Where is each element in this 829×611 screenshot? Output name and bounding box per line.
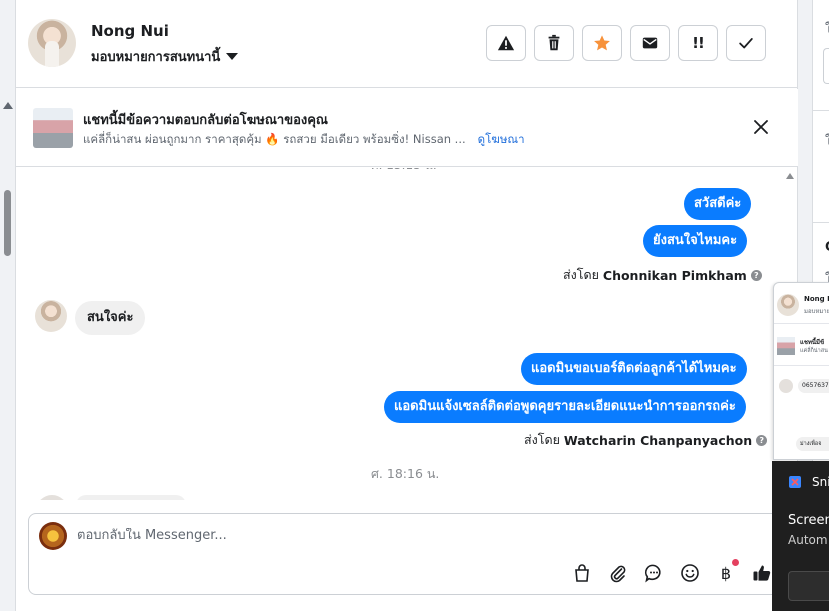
message-list[interactable]: ศ. 15:15 น. สวัสดีค่ะ ยังสนใจไหมคะ ส่งโด… (16, 168, 799, 500)
trash-icon (548, 34, 560, 51)
sent-by-prefix: ส่งโดย (524, 432, 560, 447)
assign-conversation-dropdown[interactable]: มอบหมายการสนทนานี้ (91, 46, 239, 67)
checkmark-icon (739, 38, 753, 49)
snipping-tool-heading: Screen (788, 513, 829, 528)
shopping-bag-icon (575, 564, 589, 582)
ad-banner-snippet: แค่ลี่ก็น่าสน ผ่อนถูกมาก ราคาสุดคุ้ม 🔥 ร… (83, 132, 466, 146)
chat-header: Nong Nui มอบหมายการสนทนานี้ !! (16, 0, 799, 88)
chat-bubble-icon (644, 564, 661, 583)
outgoing-message[interactable]: แอดมินขอเบอร์ติดต่อลูกค้าได้ไหมคะ (521, 353, 747, 385)
smiley-icon (681, 564, 699, 582)
emoji-button[interactable] (679, 562, 701, 584)
contact-avatar-small[interactable] (35, 300, 67, 332)
incoming-message[interactable]: สนใจค่ะ (75, 301, 146, 335)
mini-avatar (777, 294, 799, 316)
snipping-tool-notification[interactable]: Sni Screen Autom (772, 461, 829, 611)
mark-important-button[interactable]: !! (678, 25, 718, 61)
ad-banner-text: แค่ลี่ก็น่าสน ผ่อนถูกมาก ราคาสุดคุ้ม 🔥 ร… (83, 131, 525, 149)
contact-name[interactable]: Nong Nui (91, 22, 169, 40)
sent-by-label: ส่งโดย Chonnikan Pimkham ? (563, 265, 762, 285)
caret-down-icon (226, 53, 239, 60)
mark-done-button[interactable] (726, 25, 766, 61)
mini-incoming-message: 0657637 (798, 379, 829, 393)
right-panel-text: ใ (825, 134, 829, 149)
mark-unread-button[interactable] (630, 25, 670, 61)
paperclip-icon (610, 565, 626, 583)
info-icon[interactable]: ? (756, 434, 768, 446)
sender-name: Chonnikan Pimkham (602, 267, 747, 283)
report-spam-button[interactable] (486, 25, 526, 61)
envelope-icon (642, 37, 658, 49)
notification-dot (732, 559, 739, 566)
message-scroll-up-icon[interactable] (786, 173, 794, 179)
reply-input[interactable] (77, 528, 727, 543)
divider (774, 365, 829, 366)
page-avatar (39, 522, 67, 550)
divider (774, 323, 829, 324)
thumbs-up-button[interactable] (751, 562, 773, 584)
shop-button[interactable] (571, 562, 593, 584)
snipping-tool-title: Sni (812, 475, 829, 489)
outgoing-message[interactable]: ยังสนใจไหมคะ (643, 225, 748, 257)
composer-tools: ฿ (571, 559, 773, 584)
mini-contact-name: Nong N (804, 295, 829, 303)
assign-label: มอบหมายการสนทนานี้ (91, 50, 221, 65)
divider (812, 222, 829, 223)
warning-icon (497, 35, 515, 51)
thumbs-up-icon (753, 565, 771, 581)
snipping-tool-button[interactable] (788, 571, 829, 601)
mini-ad-text: แค่ลี่ก็น่าสน (800, 348, 828, 354)
mini-ad-title: แชทนี้มีข้ (800, 339, 825, 346)
ad-banner-title: แชทนี้มีข้อความตอบกลับต่อโฆษณาของคุณ (83, 113, 328, 128)
contact-avatar-small (36, 495, 68, 500)
sent-by-label: ส่งโดย Watcharin Chanpanyachon ? (524, 430, 768, 450)
scrollbar-thumb[interactable] (4, 190, 11, 256)
snipping-tool-icon (789, 476, 801, 488)
chat-panel: Nong Nui มอบหมายการสนทนานี้ !! แชทนี้มีข… (15, 0, 799, 611)
delete-button[interactable] (534, 25, 574, 61)
saved-replies-button[interactable] (643, 562, 665, 584)
double-exclamation-icon: !! (692, 34, 705, 52)
mini-ad-thumbnail (777, 337, 795, 355)
ad-thumbnail[interactable] (33, 108, 73, 148)
close-icon[interactable] (753, 119, 769, 135)
reply-composer: ฿ (28, 513, 798, 595)
payment-button[interactable]: ฿ (715, 559, 739, 584)
header-actions: !! (486, 25, 766, 61)
left-scroll-gutter (0, 0, 15, 611)
view-ad-link[interactable]: ดูโฆษณา (478, 132, 525, 146)
date-divider-top: ศ. 15:15 น. (371, 168, 437, 175)
star-icon (594, 35, 610, 51)
mini-incoming-message: ม่างเพื่อจ (796, 437, 829, 451)
contact-avatar[interactable] (28, 19, 76, 67)
ad-reply-banner: แชทนี้มีข้อความตอบกลับต่อโฆษณาของคุณ แค่… (16, 89, 799, 167)
divider (812, 110, 829, 111)
outgoing-message[interactable]: แอดมินแจ้งเซลล์ติดต่อพูดคุยรายละเอียดแนะ… (384, 391, 746, 423)
outgoing-message[interactable]: สวัสดีค่ะ (684, 188, 752, 220)
sent-by-prefix: ส่งโดย (563, 267, 599, 282)
baht-icon: ฿ (720, 563, 732, 583)
scroll-up-arrow-icon[interactable] (3, 102, 13, 109)
mini-assign-label: มอบหมาย (804, 308, 829, 315)
mini-chat-preview[interactable]: Nong N มอบหมาย แชทนี้มีข้ แค่ลี่ก็น่าสน … (773, 282, 829, 460)
incoming-message-partial (76, 495, 186, 500)
sender-name: Watcharin Chanpanyachon (563, 432, 753, 448)
snipping-tool-subtext: Autom (788, 533, 828, 547)
screen-root: Nong Nui มอบหมายการสนทนานี้ !! แชทนี้มีข… (0, 0, 829, 611)
attach-button[interactable] (607, 562, 629, 584)
right-panel-input[interactable] (823, 48, 829, 84)
info-icon[interactable]: ? (750, 269, 762, 281)
mini-avatar-small (779, 379, 793, 393)
star-button[interactable] (582, 25, 622, 61)
date-divider: ศ. 18:16 น. (371, 466, 440, 481)
right-panel-heading: C (825, 240, 829, 255)
right-panel-text: ใ (825, 22, 829, 37)
